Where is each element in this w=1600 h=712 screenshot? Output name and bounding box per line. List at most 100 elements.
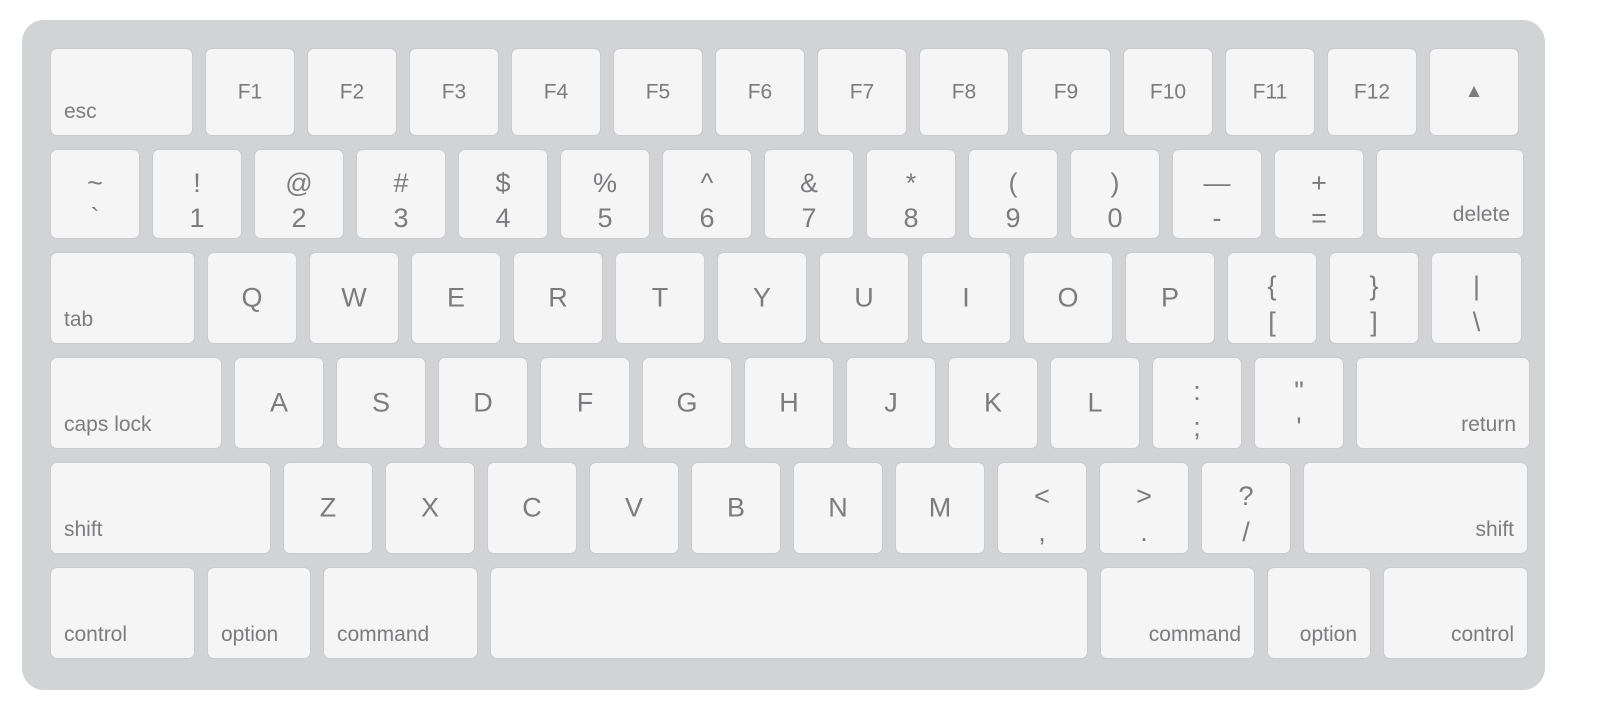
- key-digit-3[interactable]: #3: [356, 149, 446, 239]
- key-digit-1[interactable]: ! 1: [152, 149, 242, 239]
- key-f2[interactable]: F2: [307, 48, 397, 136]
- key-equals[interactable]: + =: [1274, 149, 1364, 239]
- key-f1[interactable]: F1: [205, 48, 295, 136]
- key-caps-lock-label: caps lock: [64, 413, 152, 436]
- key-f10[interactable]: F10: [1123, 48, 1213, 136]
- key-f5-label: F5: [645, 80, 671, 104]
- key-minus[interactable]: — -: [1172, 149, 1262, 239]
- key-period-shift-legend: >: [1136, 481, 1152, 511]
- key-digit-2[interactable]: @2: [254, 149, 344, 239]
- key-letter-m[interactable]: M: [895, 462, 985, 554]
- key-letter-i[interactable]: I: [921, 252, 1011, 344]
- key-backslash[interactable]: | \: [1431, 252, 1522, 344]
- key-control-right[interactable]: control: [1383, 567, 1528, 659]
- key-period[interactable]: >.: [1099, 462, 1189, 554]
- key-option-left-label: option: [221, 623, 279, 646]
- key-esc[interactable]: esc: [50, 48, 193, 136]
- key-letter-r-label: R: [548, 282, 568, 313]
- key-space[interactable]: [490, 567, 1088, 659]
- key-equals-base-legend: =: [1311, 203, 1327, 233]
- key-backtick-shift-legend: ~: [87, 168, 103, 198]
- key-command-right-label: command: [1148, 623, 1241, 646]
- key-letter-h[interactable]: H: [744, 357, 834, 449]
- key-letter-j[interactable]: J: [846, 357, 936, 449]
- key-control-left[interactable]: control: [50, 567, 195, 659]
- key-command-right[interactable]: command: [1100, 567, 1255, 659]
- key-letter-x[interactable]: X: [385, 462, 475, 554]
- key-digit-4[interactable]: $4: [458, 149, 548, 239]
- key-comma[interactable]: <,: [997, 462, 1087, 554]
- key-shift-right[interactable]: shift: [1303, 462, 1528, 554]
- key-letter-k[interactable]: K: [948, 357, 1038, 449]
- key-digit-0[interactable]: ) 0: [1070, 149, 1160, 239]
- key-delete[interactable]: delete: [1376, 149, 1524, 239]
- key-letter-u[interactable]: U: [819, 252, 909, 344]
- key-letter-z[interactable]: Z: [283, 462, 373, 554]
- key-command-left[interactable]: command: [323, 567, 478, 659]
- key-f4[interactable]: F4: [511, 48, 601, 136]
- key-digit-7[interactable]: & 7: [764, 149, 854, 239]
- key-return[interactable]: return: [1356, 357, 1530, 449]
- key-letter-y[interactable]: Y: [717, 252, 807, 344]
- key-slash[interactable]: ? /: [1201, 462, 1291, 554]
- key-f12[interactable]: F12: [1327, 48, 1417, 136]
- key-letter-c[interactable]: C: [487, 462, 577, 554]
- key-letter-z-label: Z: [319, 492, 337, 523]
- key-bracket-left[interactable]: {[: [1227, 252, 1317, 344]
- key-digit-5[interactable]: % 5: [560, 149, 650, 239]
- key-quote[interactable]: " ': [1254, 357, 1344, 449]
- key-letter-a[interactable]: A: [234, 357, 324, 449]
- key-digit-3-base-legend: 3: [393, 203, 409, 233]
- key-letter-o[interactable]: O: [1023, 252, 1113, 344]
- key-letter-t[interactable]: T: [615, 252, 705, 344]
- key-shift-left-label: shift: [64, 518, 103, 541]
- key-tab-label: tab: [64, 308, 94, 331]
- key-f5[interactable]: F5: [613, 48, 703, 136]
- key-letter-q[interactable]: Q: [207, 252, 297, 344]
- key-letter-t-label: T: [651, 282, 669, 313]
- key-digit-4-base-legend: 4: [495, 203, 511, 233]
- key-letter-s[interactable]: S: [336, 357, 426, 449]
- key-digit-5-shift-legend: %: [592, 168, 617, 198]
- key-bracket-right-base-legend: ]: [1370, 307, 1378, 337]
- key-letter-l[interactable]: L: [1050, 357, 1140, 449]
- key-f9[interactable]: F9: [1021, 48, 1111, 136]
- key-f3[interactable]: F3: [409, 48, 499, 136]
- key-backtick[interactable]: ~ `: [50, 149, 140, 239]
- key-letter-f[interactable]: F: [540, 357, 630, 449]
- key-letter-y-label: Y: [752, 282, 771, 313]
- key-bracket-right[interactable]: }]: [1329, 252, 1419, 344]
- shift-row: shift Z X C V B N M <, >.? / shift: [50, 462, 1528, 554]
- key-letter-g[interactable]: G: [642, 357, 732, 449]
- key-letter-e[interactable]: E: [411, 252, 501, 344]
- key-digit-9[interactable]: (9: [968, 149, 1058, 239]
- key-minus-base-legend: -: [1212, 203, 1222, 233]
- key-letter-r[interactable]: R: [513, 252, 603, 344]
- key-letter-w[interactable]: W: [309, 252, 399, 344]
- key-f6[interactable]: F6: [715, 48, 805, 136]
- key-digit-8[interactable]: * 8: [866, 149, 956, 239]
- key-letter-u-label: U: [854, 282, 874, 313]
- key-eject[interactable]: ▲: [1429, 48, 1519, 136]
- key-letter-n[interactable]: N: [793, 462, 883, 554]
- key-shift-right-label: shift: [1475, 518, 1514, 541]
- key-shift-left[interactable]: shift: [50, 462, 271, 554]
- key-letter-a-label: A: [269, 387, 288, 418]
- key-letter-b[interactable]: B: [691, 462, 781, 554]
- key-tab[interactable]: tab: [50, 252, 195, 344]
- key-f11[interactable]: F11: [1225, 48, 1315, 136]
- key-digit-9-shift-legend: (: [1008, 168, 1018, 198]
- key-caps-lock[interactable]: caps lock: [50, 357, 222, 449]
- key-letter-d[interactable]: D: [438, 357, 528, 449]
- key-letter-p[interactable]: P: [1125, 252, 1215, 344]
- key-digit-8-base-legend: 8: [903, 203, 919, 233]
- key-semicolon[interactable]: :;: [1152, 357, 1242, 449]
- key-option-right[interactable]: option: [1267, 567, 1371, 659]
- key-letter-v[interactable]: V: [589, 462, 679, 554]
- key-option-left[interactable]: option: [207, 567, 311, 659]
- key-digit-6[interactable]: ^ 6: [662, 149, 752, 239]
- key-f7[interactable]: F7: [817, 48, 907, 136]
- key-f8[interactable]: F8: [919, 48, 1009, 136]
- qwerty-row: tab Q W E R T Y U I O P{[}] | \: [50, 252, 1522, 344]
- key-letter-l-label: L: [1087, 387, 1103, 418]
